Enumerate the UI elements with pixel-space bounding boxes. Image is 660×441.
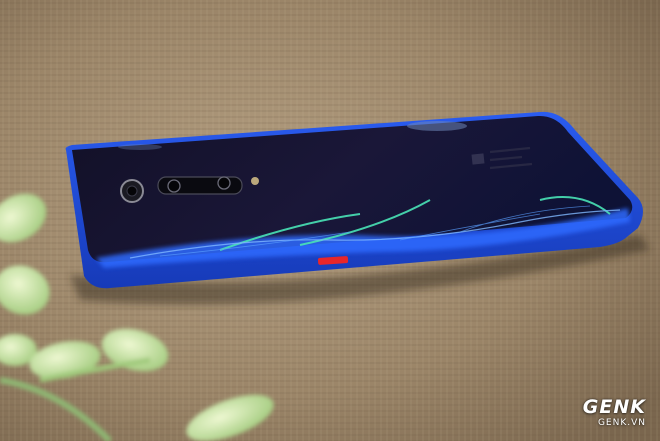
light-reflection — [407, 121, 467, 131]
watermark-domain: GENK.VN — [597, 418, 646, 428]
photo-scene: GENK GENK.VN — [0, 0, 660, 441]
genk-watermark: GENK GENK.VN — [534, 397, 646, 429]
phone-branding-mark — [471, 153, 485, 165]
flash-icon — [251, 177, 259, 185]
photo — [0, 0, 660, 441]
watermark-logo: GENK — [582, 396, 646, 418]
light-reflection — [118, 144, 162, 150]
